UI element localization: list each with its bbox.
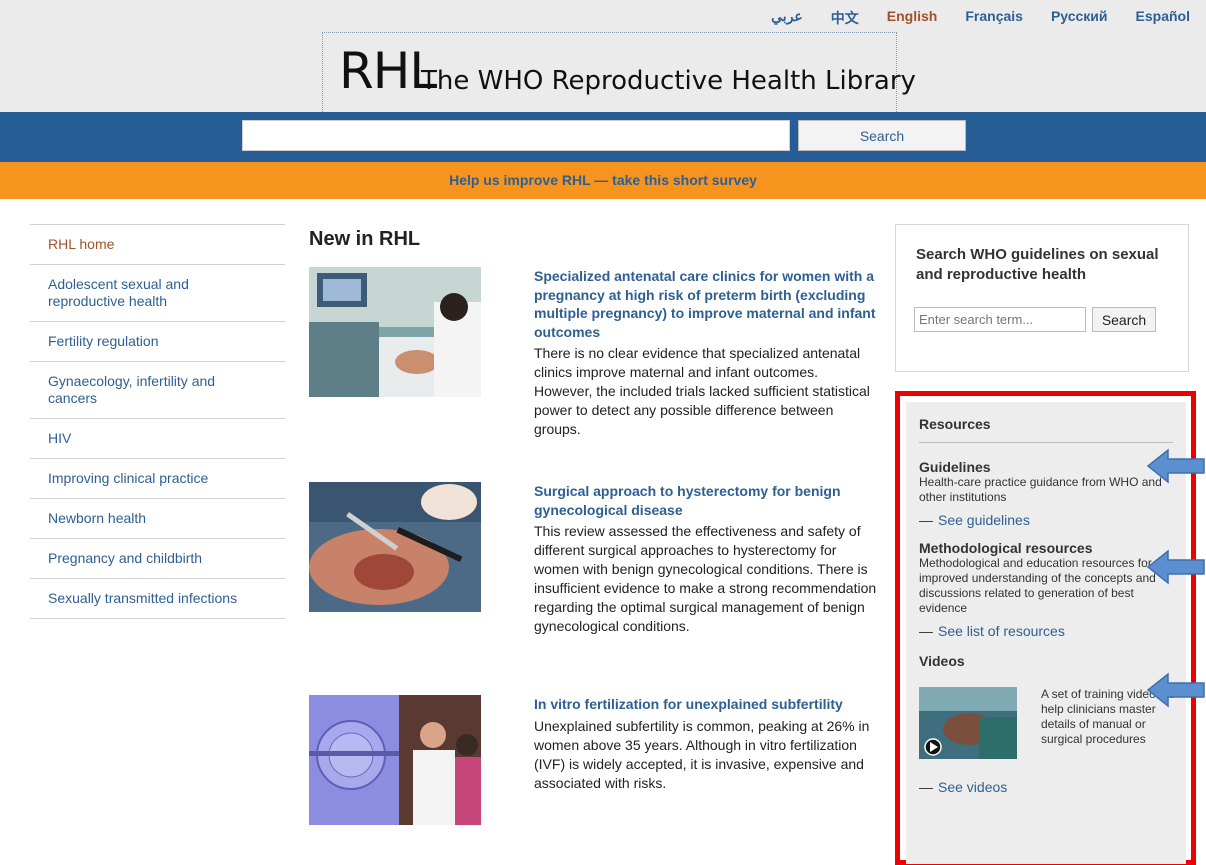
- arrow-left-icon: [1146, 549, 1205, 585]
- see-guidelines-link[interactable]: — See guidelines: [919, 512, 1173, 528]
- resources-heading: Resources: [919, 416, 1173, 443]
- article-image-surgery[interactable]: [309, 482, 481, 612]
- sidebar-item-clinical-practice[interactable]: Improving clinical practice: [30, 458, 285, 498]
- lang-russian[interactable]: Русский: [1051, 8, 1108, 28]
- methodological-title[interactable]: Methodological resources: [919, 540, 1173, 556]
- article-summary: Unexplained subfertility is common, peak…: [534, 717, 870, 791]
- dash-icon: —: [919, 779, 933, 795]
- article-body: Specialized antenatal care clinics for w…: [534, 267, 879, 439]
- article-image-ivf[interactable]: [309, 695, 481, 825]
- page-title: New in RHL: [309, 228, 421, 250]
- sidebar-item-rhl-home[interactable]: RHL home: [30, 224, 285, 264]
- site-header: عربي 中文 English Français Русский Español…: [0, 0, 1206, 112]
- main-content: New in RHL Specialized antenatal care cl…: [309, 228, 876, 825]
- who-search-button[interactable]: Search: [1092, 307, 1156, 332]
- main-search-button[interactable]: Search: [798, 120, 966, 151]
- dash-icon: —: [919, 623, 933, 639]
- article-summary: This review assessed the effectiveness a…: [534, 523, 877, 634]
- article-body: Surgical approach to hysterectomy for be…: [534, 482, 879, 636]
- who-guidelines-search: Search WHO guidelines on sexual and repr…: [895, 224, 1189, 372]
- article-image-ultrasound[interactable]: [309, 267, 481, 397]
- logo-full-name: The WHO Reproductive Health Library: [421, 66, 916, 96]
- article-title[interactable]: Specialized antenatal care clinics for w…: [534, 267, 879, 341]
- see-videos-link[interactable]: — See videos: [919, 779, 1173, 795]
- see-guidelines-label: See guidelines: [938, 512, 1030, 528]
- article-title[interactable]: Surgical approach to hysterectomy for be…: [534, 482, 879, 519]
- lang-chinese[interactable]: 中文: [831, 8, 859, 28]
- lang-spanish[interactable]: Español: [1136, 8, 1190, 28]
- site-logo[interactable]: RHL The WHO Reproductive Health Library: [322, 32, 916, 112]
- sidebar-item-sti[interactable]: Sexually transmitted infections: [30, 578, 285, 619]
- article-summary: There is no clear evidence that speciali…: [534, 345, 870, 437]
- resources-panel: Resources Guidelines Health-care practic…: [906, 402, 1186, 864]
- sidebar-item-fertility-regulation[interactable]: Fertility regulation: [30, 321, 285, 361]
- who-search-title: Search WHO guidelines on sexual and repr…: [916, 246, 1159, 283]
- arrow-left-icon: [1146, 672, 1205, 708]
- guidelines-title[interactable]: Guidelines: [919, 459, 1173, 475]
- sidebar-item-gynaecology[interactable]: Gynaecology, infertility and cancers: [30, 361, 285, 418]
- article-body: In vitro fertilization for unexplained s…: [534, 695, 879, 793]
- see-resources-link[interactable]: — See list of resources: [919, 623, 1173, 639]
- see-videos-label: See videos: [938, 779, 1008, 795]
- sidebar-nav: RHL home Adolescent sexual and reproduct…: [30, 224, 285, 619]
- video-thumbnail[interactable]: [919, 687, 1017, 759]
- sidebar-item-hiv[interactable]: HIV: [30, 418, 285, 458]
- videos-row: A set of training videos to help clinici…: [919, 687, 1175, 775]
- lang-english[interactable]: English: [887, 8, 938, 28]
- main-search-bar: Search: [0, 112, 1206, 162]
- survey-banner[interactable]: Help us improve RHL — take this short su…: [0, 162, 1206, 199]
- article-title[interactable]: In vitro fertilization for unexplained s…: [534, 695, 879, 714]
- who-search-input[interactable]: [914, 307, 1086, 332]
- see-resources-label: See list of resources: [938, 623, 1065, 639]
- lang-french[interactable]: Français: [965, 8, 1023, 28]
- arrow-left-icon: [1146, 448, 1205, 484]
- videos-title[interactable]: Videos: [919, 653, 1173, 669]
- dash-icon: —: [919, 512, 933, 528]
- main-search-input[interactable]: [242, 120, 790, 151]
- lang-arabic[interactable]: عربي: [771, 8, 803, 28]
- sidebar-item-newborn-health[interactable]: Newborn health: [30, 498, 285, 538]
- sidebar-item-pregnancy[interactable]: Pregnancy and childbirth: [30, 538, 285, 578]
- methodological-description: Methodological and education resources f…: [919, 556, 1156, 615]
- guidelines-description: Health-care practice guidance from WHO a…: [919, 475, 1162, 504]
- language-switcher: عربي 中文 English Français Русский Español: [771, 8, 1190, 28]
- sidebar-item-adolescent-health[interactable]: Adolescent sexual and reproductive healt…: [30, 264, 285, 321]
